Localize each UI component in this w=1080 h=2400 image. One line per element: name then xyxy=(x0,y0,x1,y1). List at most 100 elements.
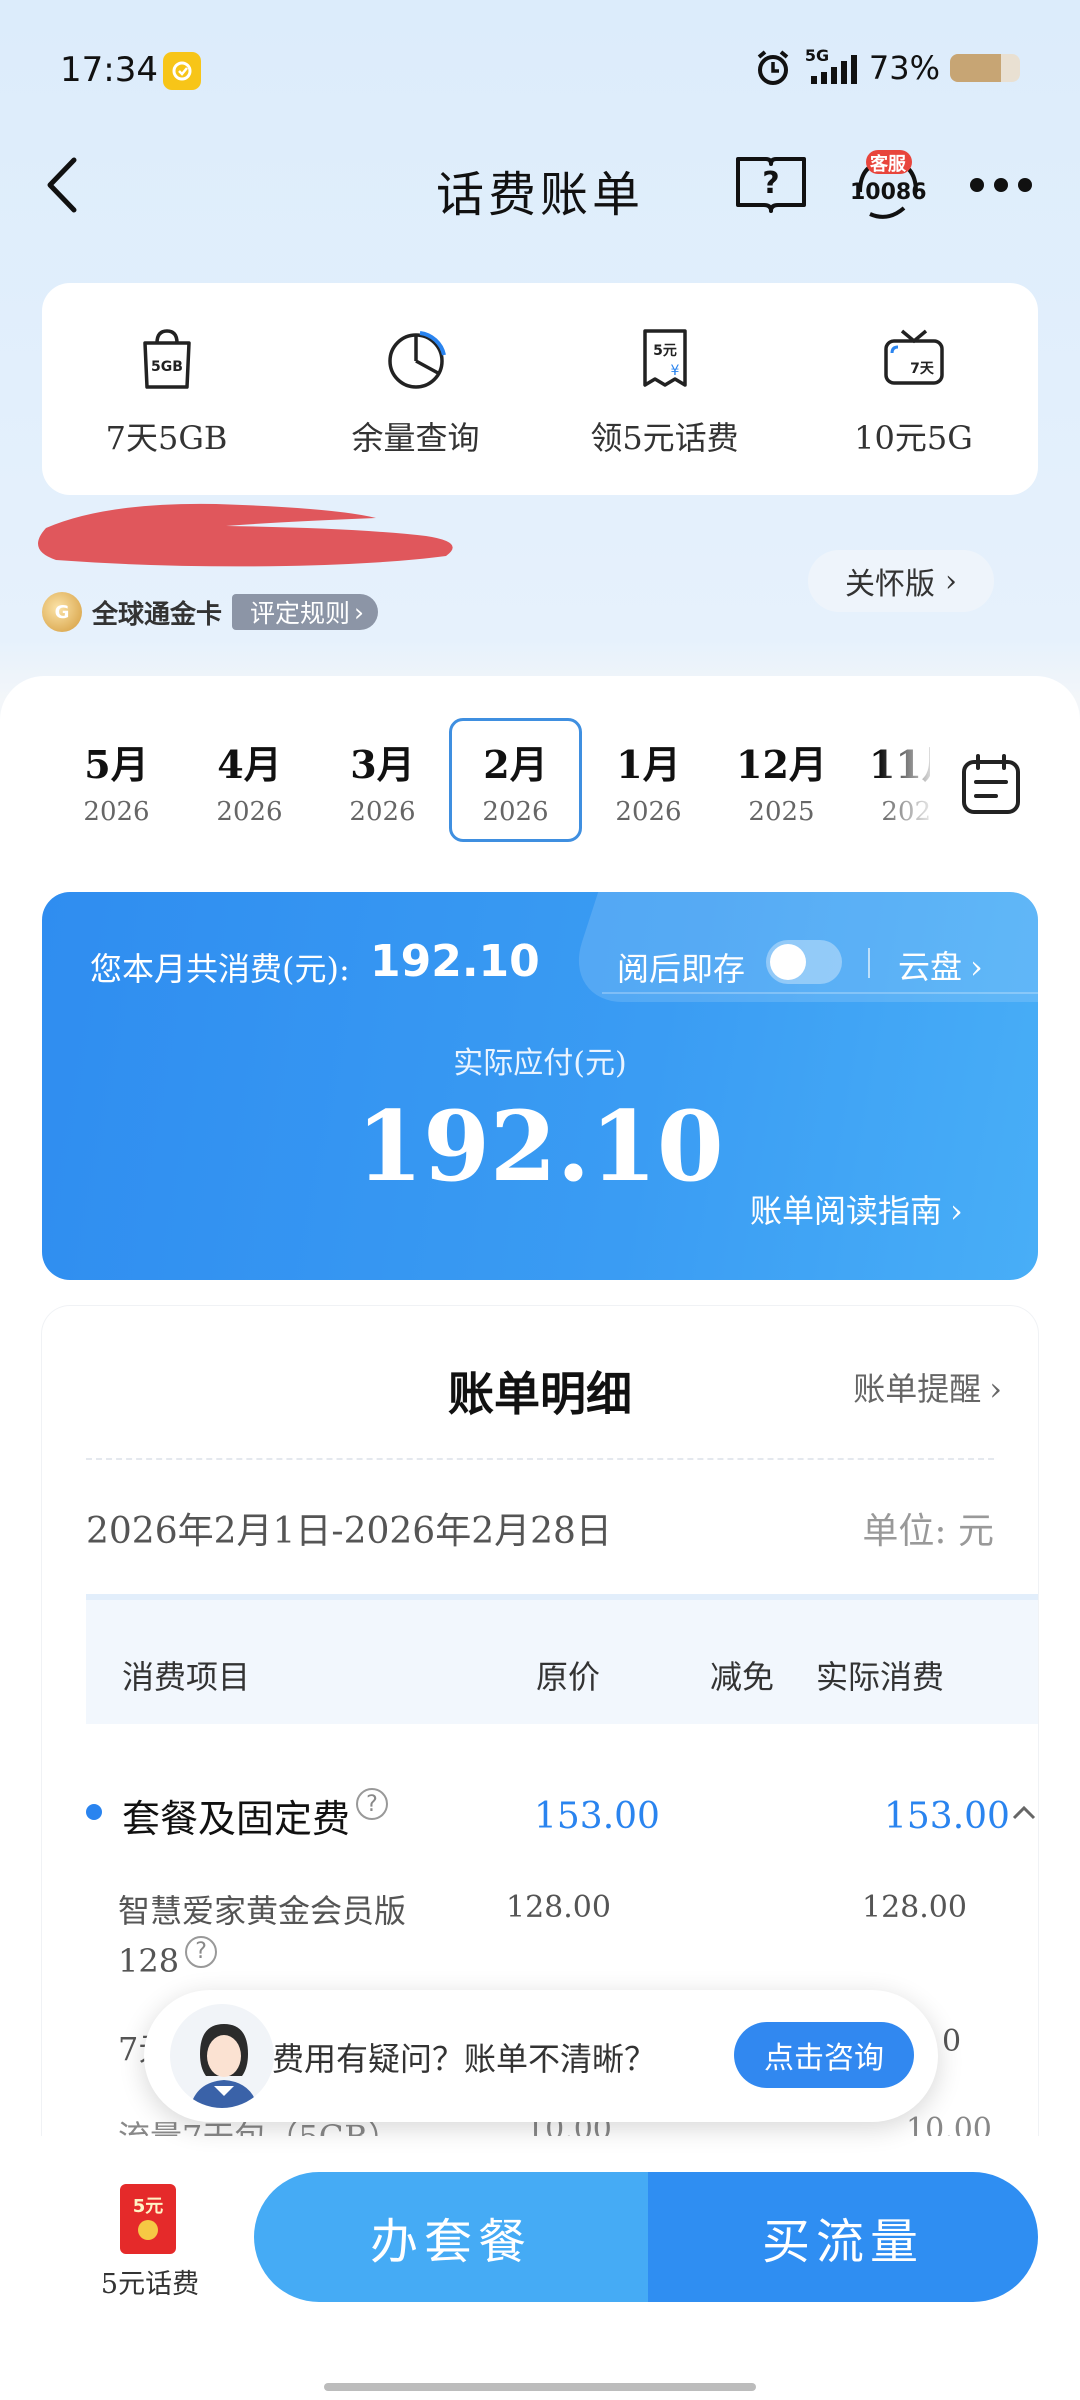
month-label: 1月 xyxy=(616,741,681,787)
category-original: 153.00 xyxy=(534,1796,660,1837)
quick-action-label: 余量查询 xyxy=(351,419,480,457)
notification-app-icon xyxy=(163,52,201,90)
month-year: 2026 xyxy=(349,796,416,827)
care-mode-label: 关怀版 xyxy=(845,567,935,602)
status-indicators: 5G 73% xyxy=(753,46,1020,88)
signal-icon: 5G xyxy=(803,46,859,86)
service-number: 10086 xyxy=(850,180,927,205)
month-year: 2026 xyxy=(615,796,682,827)
buy-data-button[interactable]: 买流量 xyxy=(648,2172,1038,2302)
quick-actions-card: 5GB 7天5GB 余量查询 5元 ¥ 领5元话费 7天 10元5G xyxy=(42,283,1038,495)
column-header-discount: 减免 xyxy=(710,1658,775,1696)
coupon-icon: 5元 ¥ xyxy=(642,329,687,387)
line-item-actual: 128.00 xyxy=(862,1890,967,1925)
read-save-label: 阅后即存 xyxy=(617,950,746,988)
column-header-original: 原价 xyxy=(536,1658,601,1696)
category-actual: 153.00 xyxy=(884,1796,1010,1837)
tv-icon-text: 7天 xyxy=(910,361,935,377)
cloud-disk-label: 云盘 xyxy=(898,948,963,986)
month-item[interactable]: 5月 2026 xyxy=(50,718,183,842)
table-header: 消费项目 原价 减免 实际消费 xyxy=(86,1594,1038,1724)
chevron-up-icon[interactable] xyxy=(1010,1802,1038,1822)
month-item[interactable]: 2月 2026 xyxy=(449,718,582,842)
cloud-disk-link[interactable]: 云盘 › xyxy=(898,942,983,988)
quick-action-label: 10元5G xyxy=(854,419,973,457)
month-year: 2026 xyxy=(83,796,150,827)
red-packet-text: 5元 xyxy=(132,2196,164,2217)
category-row[interactable]: 套餐及固定费? 153.00 153.00 xyxy=(86,1780,1038,1841)
month-year: 2026 xyxy=(482,796,549,827)
calendar-icon[interactable] xyxy=(958,752,1024,818)
month-year: 2026 xyxy=(216,796,283,827)
service-badge: 客服 xyxy=(870,154,906,175)
help-circle-icon[interactable]: ? xyxy=(356,1788,389,1820)
bill-reminder-link[interactable]: 账单提醒 › xyxy=(853,1364,1002,1410)
more-options-icon[interactable] xyxy=(968,170,1034,200)
battery-icon xyxy=(950,54,1020,82)
bill-guide-link[interactable]: 账单阅读指南 › xyxy=(750,1186,963,1232)
status-time: 17:34 xyxy=(60,50,158,90)
help-book-icon[interactable]: ? xyxy=(734,153,808,215)
consult-button[interactable]: 点击咨询 xyxy=(734,2022,914,2088)
red-packet-label[interactable]: 5元话费 xyxy=(90,2262,210,2301)
customer-service-button[interactable]: 客服 10086 xyxy=(848,148,928,228)
consult-banner[interactable]: 费用有疑问？账单不清晰？ 点击咨询 xyxy=(144,1990,938,2122)
coin-icon xyxy=(138,2220,158,2240)
red-packet-icon[interactable]: 5元 xyxy=(120,2184,176,2254)
line-item-actual: 0 xyxy=(942,2024,962,2059)
column-header-actual: 实际消费 xyxy=(816,1658,945,1696)
redacted-phone-number xyxy=(38,503,453,567)
line-item-name-line2: 128 xyxy=(118,1942,180,1980)
battery-percent: 73% xyxy=(868,49,940,87)
care-mode-button[interactable]: 关怀版 › xyxy=(808,550,994,612)
bill-guide-label: 账单阅读指南 xyxy=(750,1192,943,1230)
month-selector[interactable]: 5月20264月20263月20262月20261月202612月202511月… xyxy=(50,718,930,846)
month-item[interactable]: 1月 2026 xyxy=(582,718,715,842)
chevron-right-icon: › xyxy=(354,597,365,627)
help-circle-icon[interactable]: ? xyxy=(185,1936,218,1968)
chevron-right-icon: › xyxy=(970,948,983,986)
home-indicator[interactable] xyxy=(324,2383,756,2391)
svg-text:¥: ¥ xyxy=(670,363,679,379)
month-label: 3月 xyxy=(350,741,415,787)
line-item-original: 128.00 xyxy=(506,1890,611,1925)
line-item-name: 智慧爱家黄金会员版 128? xyxy=(118,1886,478,1986)
month-year: 2025 xyxy=(748,796,815,827)
month-label: 2月 xyxy=(483,741,548,787)
bill-summary-card: 您本月共消费(元): 192.10 阅后即存 云盘 › 实际应付(元) 192.1… xyxy=(42,892,1038,1280)
coupon-icon-text: 5元 xyxy=(653,343,677,359)
card-decoration-line xyxy=(602,992,1038,994)
month-item[interactable]: 3月 2026 xyxy=(316,718,449,842)
dashed-divider xyxy=(86,1458,994,1460)
svg-text:?: ? xyxy=(762,166,779,201)
line-item-name-line1: 智慧爱家黄金会员版 xyxy=(118,1892,407,1930)
consult-prompt-text: 费用有疑问？账单不清晰？ xyxy=(272,2040,657,2078)
total-consumption-label: 您本月共消费(元): xyxy=(90,950,350,988)
month-item[interactable]: 4月 2026 xyxy=(183,718,316,842)
bullet-dot xyxy=(86,1804,102,1820)
rating-rules-link[interactable]: 评定规则 › xyxy=(232,594,379,630)
quick-action-5g[interactable]: 7天 10元5G xyxy=(789,283,1038,495)
read-save-toggle[interactable] xyxy=(766,940,842,984)
chevron-right-icon: › xyxy=(989,1370,1002,1408)
quick-action-label: 7天5GB xyxy=(105,419,228,457)
member-tier-label: 全球通金卡 xyxy=(92,599,223,630)
quick-action-coupon[interactable]: 5元 ¥ 领5元话费 xyxy=(540,283,789,495)
member-tier-badge[interactable]: G 全球通金卡 评定规则 › xyxy=(42,592,379,632)
quick-action-label: 领5元话费 xyxy=(590,419,739,457)
billing-period: 2026年2月1日-2026年2月28日 xyxy=(86,1511,612,1552)
agent-avatar xyxy=(170,2004,274,2108)
quick-action-balance[interactable]: 余量查询 xyxy=(291,283,540,495)
5gb-bag-icon: 5GB xyxy=(142,329,191,389)
month-label: 12月 xyxy=(736,741,827,787)
month-label: 4月 xyxy=(217,741,282,787)
chevron-right-icon: › xyxy=(945,563,957,599)
divider xyxy=(868,948,870,978)
month-item[interactable]: 12月 2025 xyxy=(715,718,848,842)
bill-reminder-label: 账单提醒 xyxy=(853,1370,982,1408)
quick-action-5gb[interactable]: 5GB 7天5GB xyxy=(42,283,291,495)
tv-7day-icon: 7天 xyxy=(883,329,944,385)
pie-chart-icon xyxy=(387,331,446,389)
handle-package-button[interactable]: 办套餐 xyxy=(254,2172,648,2302)
actual-payable-label: 实际应付(元) xyxy=(453,1046,627,1081)
